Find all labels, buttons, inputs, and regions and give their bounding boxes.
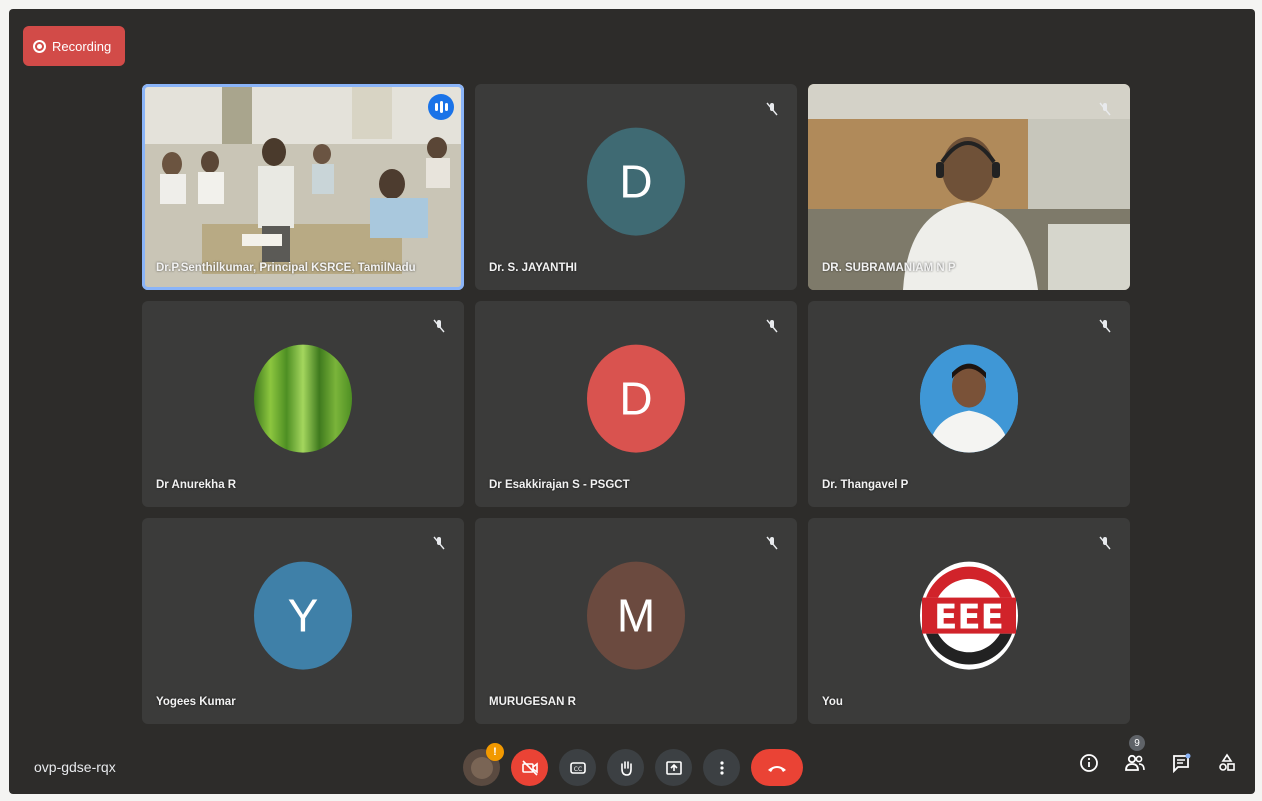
call-controls: ! CC — [463, 743, 803, 786]
participant-name: You — [822, 696, 843, 708]
recording-badge[interactable]: Recording — [23, 26, 125, 66]
raise-hand-button[interactable] — [607, 749, 644, 786]
participant-photo — [254, 344, 352, 453]
side-controls: 9 — [1077, 735, 1239, 775]
participant-count-badge: 9 — [1129, 735, 1145, 751]
participant-avatar: D — [587, 127, 685, 236]
mic-off-icon — [433, 319, 445, 333]
participant-name: Dr.P.Senthilkumar, Principal KSRCE, Tami… — [156, 262, 416, 274]
participant-tile[interactable]: EEE You — [808, 518, 1130, 724]
participant-grid: Dr.P.Senthilkumar, Principal KSRCE, Tami… — [142, 84, 1132, 724]
mic-alert-badge: ! — [486, 743, 504, 761]
participant-name: Dr Esakkirajan S - PSGCT — [489, 479, 630, 491]
eee-logo: EEE — [920, 561, 1018, 670]
participant-avatar: D — [587, 344, 685, 453]
chat-button[interactable] — [1169, 751, 1193, 775]
participant-video — [808, 84, 1130, 290]
participant-name: Yogees Kumar — [156, 696, 236, 708]
mic-off-icon — [766, 536, 778, 550]
participant-name: Dr. S. JAYANTHI — [489, 262, 577, 274]
participant-avatar: M — [587, 561, 685, 670]
meeting-code: ovp-gdse-rqx — [34, 759, 116, 775]
participant-name: DR. SUBRAMANIAM N P — [822, 262, 956, 274]
participant-tile[interactable]: Y Yogees Kumar — [142, 518, 464, 724]
participant-tile[interactable]: DR. SUBRAMANIAM N P — [808, 84, 1130, 290]
participant-photo — [920, 344, 1018, 453]
captions-button[interactable]: CC — [559, 749, 596, 786]
participant-tile[interactable]: Dr Anurekha R — [142, 301, 464, 507]
participant-name: MURUGESAN R — [489, 696, 576, 708]
eee-logo-text: EEE — [934, 598, 1004, 638]
more-options-button[interactable] — [703, 749, 740, 786]
participant-avatar: Y — [254, 561, 352, 670]
info-button[interactable] — [1077, 751, 1101, 775]
mic-off-icon — [433, 536, 445, 550]
mic-off-icon — [1099, 536, 1111, 550]
mic-off-icon — [1099, 102, 1111, 116]
svg-text:CC: CC — [573, 766, 581, 773]
participant-tile[interactable]: Dr. Thangavel P — [808, 301, 1130, 507]
chat-icon — [1173, 753, 1191, 773]
mic-off-icon — [766, 102, 778, 116]
participant-video — [142, 84, 464, 290]
record-icon — [33, 39, 46, 53]
avatar-icon — [470, 756, 493, 779]
portrait-image — [920, 344, 1018, 453]
mic-off-icon — [766, 319, 778, 333]
present-button[interactable] — [655, 749, 692, 786]
activities-button[interactable] — [1215, 751, 1239, 775]
camera-off-icon — [521, 759, 538, 776]
participant-name: Dr. Thangavel P — [822, 479, 909, 491]
end-call-button[interactable] — [751, 749, 803, 786]
raise-hand-icon — [620, 760, 632, 776]
speaking-indicator-icon — [428, 94, 454, 120]
people-button[interactable]: 9 — [1123, 735, 1147, 775]
participant-name: Dr Anurekha R — [156, 479, 237, 491]
mic-off-icon — [1099, 319, 1111, 333]
present-icon — [665, 760, 682, 775]
participant-tile[interactable]: D Dr. S. JAYANTHI — [475, 84, 797, 290]
info-icon — [1080, 754, 1098, 772]
people-icon — [1125, 754, 1145, 771]
participant-tile[interactable]: M MURUGESAN R — [475, 518, 797, 724]
camera-toggle-button[interactable] — [511, 749, 548, 786]
recording-label: Recording — [52, 38, 112, 54]
more-options-icon — [719, 760, 724, 775]
eee-logo-image: EEE — [921, 563, 1017, 668]
end-call-icon — [768, 765, 786, 772]
self-avatar-button[interactable]: ! — [463, 743, 504, 786]
captions-icon: CC — [569, 761, 586, 774]
participant-tile[interactable]: Dr.P.Senthilkumar, Principal KSRCE, Tami… — [142, 84, 464, 290]
activities-icon — [1219, 753, 1235, 771]
meet-window: Recording Dr.P.Senthilkumar, Principal K… — [9, 9, 1255, 794]
participant-tile[interactable]: D Dr Esakkirajan S - PSGCT — [475, 301, 797, 507]
